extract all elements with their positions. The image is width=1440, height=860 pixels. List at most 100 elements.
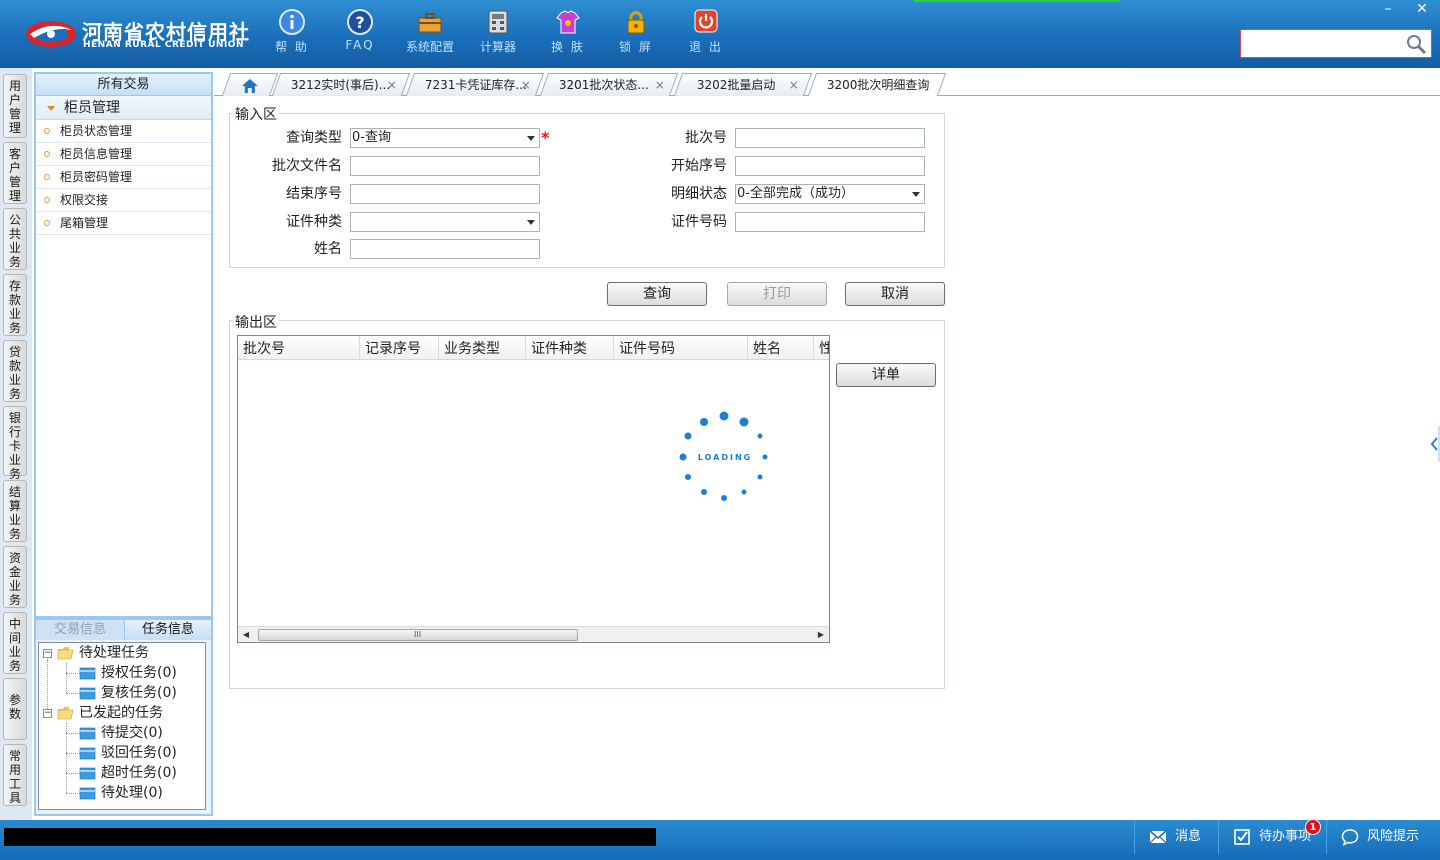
module-tab-public[interactable]: 公共业务	[3, 208, 27, 270]
tree-node-to-submit[interactable]: 待提交(0)	[79, 723, 203, 743]
module-tab-label: 常用工具	[8, 749, 21, 805]
column-id-type[interactable]: 证件种类	[526, 336, 614, 360]
folder-open-icon	[57, 707, 74, 720]
tree-node-timeout[interactable]: 超时任务(0)	[79, 763, 203, 783]
batch-file-input[interactable]	[350, 156, 540, 176]
tree-node-auth-tasks[interactable]: 授权任务(0)	[79, 663, 203, 683]
change-skin-button[interactable]: 换 肤	[538, 8, 598, 62]
tree-node-rejected[interactable]: 驳回任务(0)	[79, 743, 203, 763]
window-close-button[interactable]: ✕	[1406, 0, 1438, 18]
scrollbar-grip: III	[414, 630, 422, 639]
menu-item-tail-box[interactable]: 尾箱管理	[36, 212, 211, 235]
menu-item-teller-password[interactable]: 柜员密码管理	[36, 166, 211, 189]
scroll-left-arrow-icon[interactable]: ◀	[238, 627, 254, 642]
todo-button[interactable]: 待办事项 1	[1218, 819, 1324, 854]
module-tab-intermediary[interactable]: 中间业务	[3, 612, 27, 674]
messages-button[interactable]: 消息	[1134, 820, 1216, 854]
bullet-icon	[44, 151, 50, 157]
module-tab-customer[interactable]: 客户管理	[3, 142, 27, 204]
query-type-select[interactable]: 0-查询	[350, 128, 540, 148]
lock-screen-button[interactable]: 锁 屏	[606, 8, 666, 62]
menu-item-permission-handover[interactable]: 权限交接	[36, 189, 211, 212]
collapse-toggle-icon[interactable]: −	[43, 649, 52, 658]
module-tab-settlement[interactable]: 结算业务	[3, 480, 27, 542]
name-input[interactable]	[350, 239, 540, 259]
window-minimize-button[interactable]: –	[1372, 0, 1404, 18]
end-seq-input[interactable]	[350, 184, 540, 204]
tree-node-review-tasks[interactable]: 复核任务(0)	[79, 683, 203, 703]
tab-close-icon[interactable]: ×	[789, 74, 799, 96]
module-tab-label: 资金业务	[8, 551, 21, 607]
detail-status-value: 0-全部完成（成功）	[737, 186, 854, 201]
tree-node-started-tasks[interactable]: − 已发起的任务	[43, 703, 203, 723]
tree-node-pending-tasks[interactable]: − 待处理任务	[43, 643, 203, 663]
tree-node-label: 已发起的任务	[79, 705, 163, 721]
search-icon[interactable]	[1405, 33, 1427, 55]
risk-alert-button[interactable]: 风险提示	[1326, 820, 1438, 854]
name-label: 姓名	[314, 241, 342, 257]
module-tab-label: 贷款业务	[8, 345, 21, 401]
collapse-right-panel-icon[interactable]	[1429, 424, 1440, 464]
collapse-toggle-icon[interactable]: −	[43, 709, 52, 718]
column-id-no[interactable]: 证件号码	[614, 336, 748, 360]
tree-node-label: 复核任务(0)	[101, 685, 177, 701]
module-tab-params[interactable]: 参数	[3, 678, 27, 740]
scroll-right-arrow-icon[interactable]: ▶	[813, 627, 829, 642]
chevron-down-icon	[527, 220, 535, 225]
column-business-type[interactable]: 业务类型	[439, 336, 526, 360]
start-seq-input[interactable]	[735, 156, 925, 176]
tree-node-label: 待处理任务	[79, 645, 149, 661]
tree-node-to-process[interactable]: 待处理(0)	[79, 783, 203, 803]
column-gender[interactable]: 性	[814, 336, 829, 360]
module-tab-card[interactable]: 银行卡业务	[3, 406, 27, 481]
module-tab-funds[interactable]: 资金业务	[3, 546, 27, 608]
tab-close-icon[interactable]: ×	[387, 74, 397, 96]
task-panel: 交易信息 任务信息 − 待处理任务 授权任务(0) 复核任务(0) − 已发起的…	[34, 618, 213, 816]
calculator-button[interactable]: 计算器	[468, 8, 528, 62]
faq-button[interactable]: ? FAQ	[330, 8, 390, 62]
module-tab-loan[interactable]: 贷款业务	[3, 340, 27, 402]
system-config-button[interactable]: 系统配置	[400, 8, 460, 62]
help-button[interactable]: 帮 助	[262, 8, 322, 62]
scrollbar-thumb[interactable]: III	[258, 629, 578, 641]
cancel-button[interactable]: 取消	[845, 282, 945, 306]
menu-item-teller-status[interactable]: 柜员状态管理	[36, 120, 211, 143]
column-name[interactable]: 姓名	[748, 336, 814, 360]
tree-node-label: 超时任务(0)	[101, 765, 177, 781]
batch-no-input[interactable]	[735, 128, 925, 148]
chevron-down-icon	[527, 136, 535, 141]
detail-button[interactable]: 详单	[836, 363, 936, 387]
todo-count-badge: 1	[1305, 819, 1321, 835]
tab-7231[interactable]: 7231卡凭证库存... ×	[405, 73, 545, 96]
search-input[interactable]	[1245, 34, 1403, 54]
tab-transaction-info[interactable]: 交易信息	[36, 620, 124, 640]
tab-home[interactable]	[221, 73, 279, 96]
tab-3212[interactable]: 3212实时(事后)... ×	[271, 73, 411, 96]
menu-item-label: 权限交接	[60, 193, 109, 207]
id-no-input[interactable]	[735, 212, 925, 232]
menu-group-teller[interactable]: 柜员管理	[36, 96, 211, 120]
id-type-select[interactable]	[350, 212, 540, 232]
horizontal-scrollbar[interactable]: ◀ III ▶	[238, 626, 829, 642]
print-button[interactable]: 打印	[727, 282, 827, 306]
module-tab-label: 存款业务	[8, 279, 21, 335]
tab-close-icon[interactable]: ×	[655, 74, 665, 96]
id-no-label: 证件号码	[671, 214, 727, 230]
module-tab-user[interactable]: 用户管理	[3, 74, 27, 138]
module-tab-deposit[interactable]: 存款业务	[3, 274, 27, 336]
tab-task-info[interactable]: 任务信息	[124, 620, 211, 640]
tab-close-icon[interactable]: ×	[521, 74, 531, 96]
column-batch-no[interactable]: 批次号	[238, 336, 360, 360]
bullet-icon	[44, 128, 50, 134]
menu-item-teller-info[interactable]: 柜员信息管理	[36, 143, 211, 166]
column-record-seq[interactable]: 记录序号	[360, 336, 439, 360]
detail-status-select[interactable]: 0-全部完成（成功）	[735, 184, 925, 204]
loading-spinner: LOADING	[672, 405, 776, 509]
module-tab-tools[interactable]: 常用工具	[3, 744, 27, 806]
tab-3202[interactable]: 3202批量启动 ×	[673, 73, 813, 96]
query-button[interactable]: 查询	[607, 282, 707, 306]
tab-3201[interactable]: 3201批次状态... ×	[539, 73, 679, 96]
logo-emblem-icon	[26, 21, 76, 47]
exit-button[interactable]: 退 出	[676, 8, 736, 62]
tab-3200[interactable]: 3200批次明细查询	[807, 73, 947, 96]
